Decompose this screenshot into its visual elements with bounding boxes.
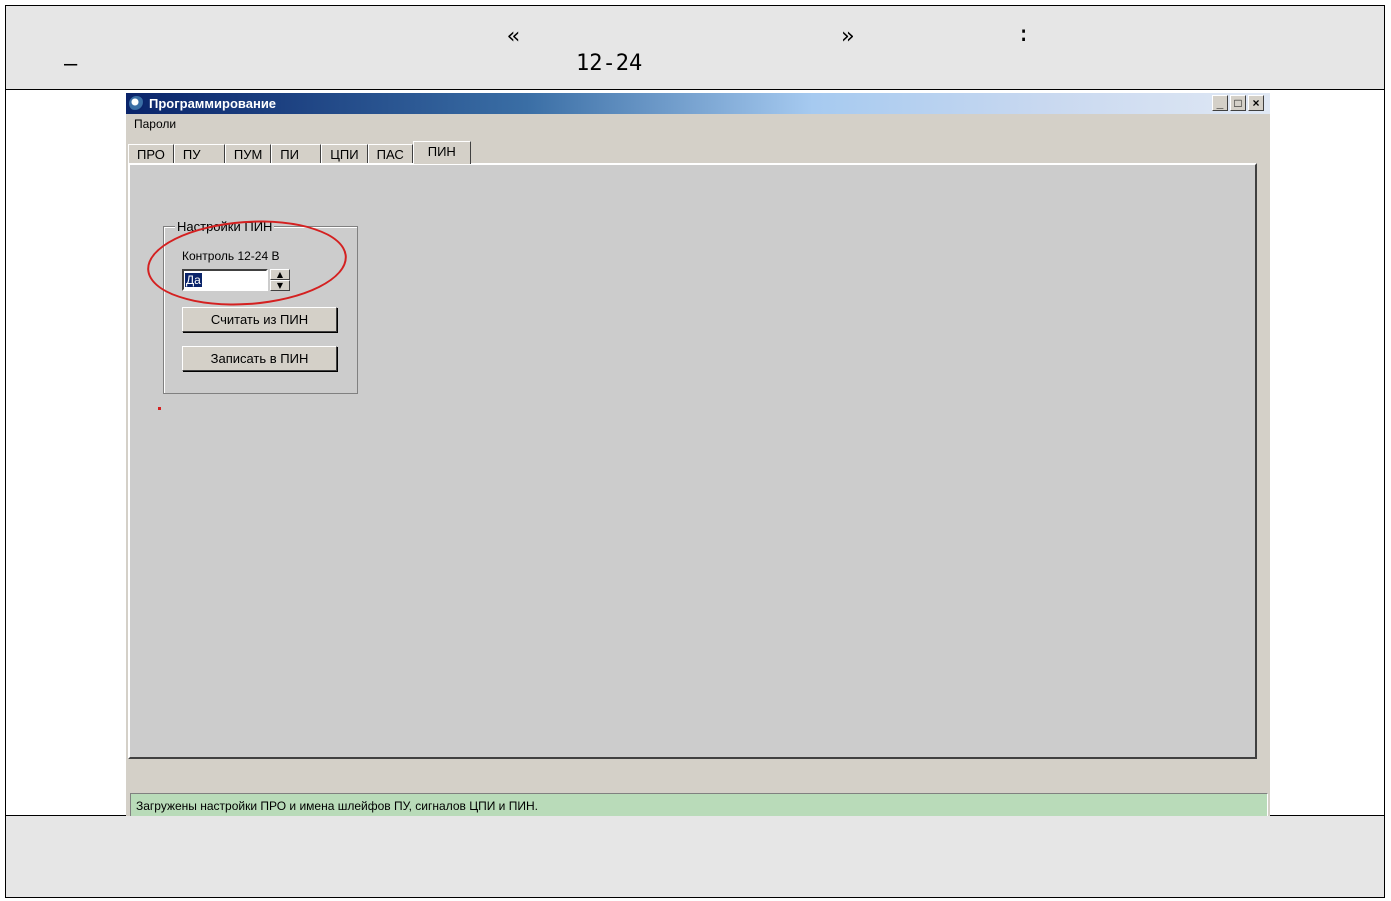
tab-pum[interactable]: ПУМ (224, 144, 272, 164)
tab-pu[interactable]: ПУ (173, 144, 225, 164)
menu-bar: Пароли (134, 117, 176, 131)
tab-pi[interactable]: ПИ (271, 144, 322, 164)
close-button[interactable]: × (1248, 95, 1264, 111)
programming-window: Программирование _ □ × Пароли ПРО ПУ ПУМ… (126, 93, 1270, 819)
footer-cell (6, 816, 1384, 897)
header-cell: « » : – 12-24 (6, 6, 1384, 90)
quote-close: » (841, 24, 855, 49)
red-dot (158, 407, 161, 410)
dash-mark: – (64, 52, 78, 77)
read-from-pin-button[interactable]: Считать из ПИН (182, 307, 337, 332)
voltage-range: 12-24 (576, 51, 643, 76)
screenshot-cell: Программирование _ □ × Пароли ПРО ПУ ПУМ… (6, 90, 1384, 819)
tab-pas[interactable]: ПАС (367, 144, 413, 164)
colon-mark: : (1017, 22, 1031, 47)
tab-pro[interactable]: ПРО (128, 144, 174, 164)
maximize-button[interactable]: □ (1230, 95, 1246, 111)
window-controls: _ □ × (1212, 95, 1264, 111)
title-bar[interactable]: Программирование _ □ × (126, 93, 1270, 114)
minimize-button[interactable]: _ (1212, 95, 1228, 111)
quote-open: « (507, 24, 521, 49)
tab-cpi[interactable]: ЦПИ (321, 144, 368, 164)
tab-strip: ПРО ПУ ПУМ ПИ ЦПИ ПАС ПИН (128, 141, 471, 164)
tab-pin[interactable]: ПИН (412, 141, 471, 164)
app-icon (129, 96, 144, 111)
document-table: « » : – 12-24 Программирование _ □ × Пар… (5, 5, 1385, 898)
window-title: Программирование (149, 96, 277, 111)
write-to-pin-button[interactable]: Записать в ПИН (182, 346, 337, 371)
menu-item-passwords[interactable]: Пароли (134, 117, 176, 131)
